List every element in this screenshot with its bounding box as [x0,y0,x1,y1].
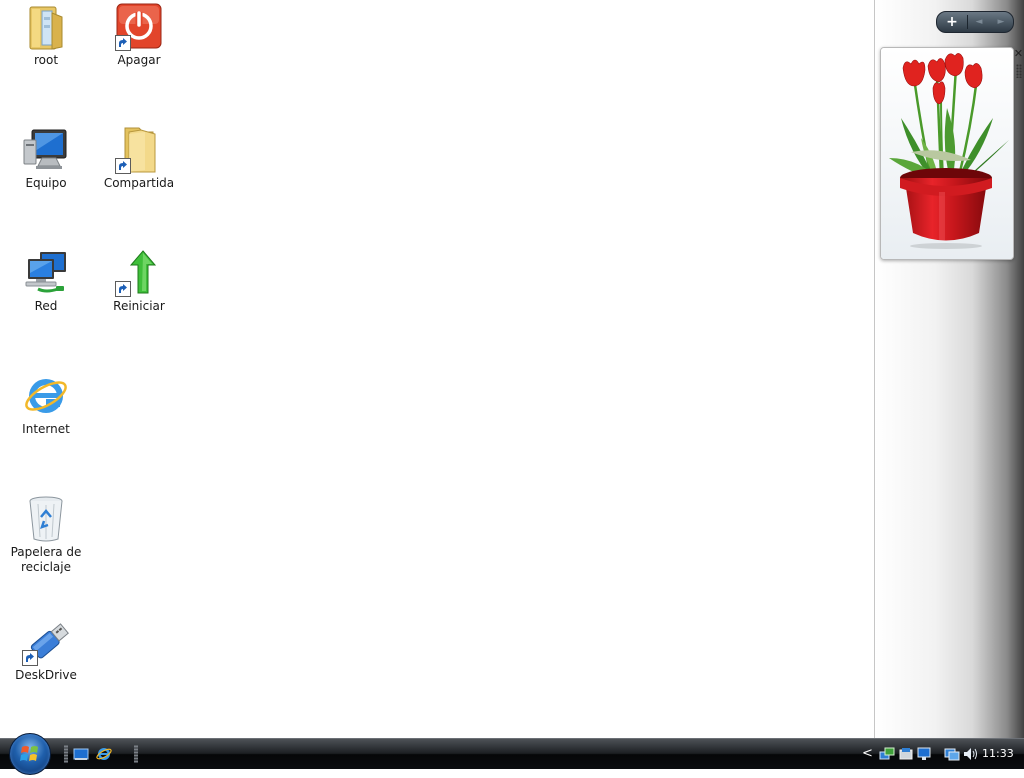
desktop-icon-label: Compartida [103,176,175,190]
restart-arrow-icon [115,249,163,297]
start-button[interactable] [9,733,51,775]
previous-page-button[interactable]: ◄ [968,12,990,32]
network-icon [22,249,70,297]
desktop-icon-reiniciar[interactable]: Reiniciar [94,249,184,314]
desktop-icon-label: DeskDrive [15,668,77,682]
network-connection-icon[interactable] [944,746,960,762]
desktop-icon-label: Apagar [117,53,161,67]
desktop-icon-label: Papelera de reciclaje [10,545,82,574]
slideshow-gadget[interactable] [880,47,1014,260]
shortcut-arrow-icon [115,35,131,51]
internet-explorer-icon[interactable] [96,746,112,762]
taskbar: < 11:33 [0,738,1024,769]
monitor-tray-icon[interactable] [916,746,932,762]
user-folder-icon [22,3,70,51]
clock[interactable]: 11:33 [982,747,1014,761]
toolbar-grip[interactable] [64,745,68,763]
desktop-icon-label: Reiniciar [113,299,165,313]
computer-icon [22,126,70,174]
desktop-icon-root[interactable]: root [1,3,91,68]
network-tray-icon[interactable] [879,746,895,762]
recycle-bin-icon [22,495,70,543]
sidebar-controls: + ◄ ► [936,11,1014,33]
device-tray-icon[interactable] [898,746,914,762]
desktop-icon-label: Equipo [25,176,67,190]
gadget-drag-handle[interactable] [1016,64,1022,78]
gadget-close-button[interactable]: ✕ [1013,48,1024,60]
desktop-icon-internet[interactable]: Internet [1,372,91,437]
desktop-icon-papelera[interactable]: Papelera de reciclaje [1,495,91,575]
tulip-photo [881,48,1013,259]
desktop[interactable]: root Apagar Equipo Compartida Red Reinic… [0,0,874,738]
desktop-icon-label: Internet [22,422,70,436]
folder-icon [115,126,163,174]
next-page-button[interactable]: ► [990,12,1012,32]
shortcut-arrow-icon [22,650,38,666]
desktop-icon-apagar[interactable]: Apagar [94,3,184,68]
show-desktop-icon[interactable] [73,746,89,762]
desktop-icon-deskdrive[interactable]: DeskDrive [1,618,91,683]
internet-explorer-icon [22,372,70,420]
shortcut-arrow-icon [115,158,131,174]
desktop-icon-label: root [33,53,59,67]
desktop-icon-equipo[interactable]: Equipo [1,126,91,191]
desktop-icon-compartida[interactable]: Compartida [94,126,184,191]
toolbar-grip[interactable] [134,745,138,763]
volume-icon[interactable] [962,746,978,762]
desktop-icon-label: Red [34,299,58,313]
windows-logo-icon [20,746,38,761]
shortcut-arrow-icon [115,281,131,297]
add-gadget-button[interactable]: + [937,12,967,32]
power-icon [115,3,163,51]
show-hidden-icons-button[interactable]: < [862,746,873,762]
usb-drive-icon [22,618,70,666]
desktop-icon-red[interactable]: Red [1,249,91,314]
